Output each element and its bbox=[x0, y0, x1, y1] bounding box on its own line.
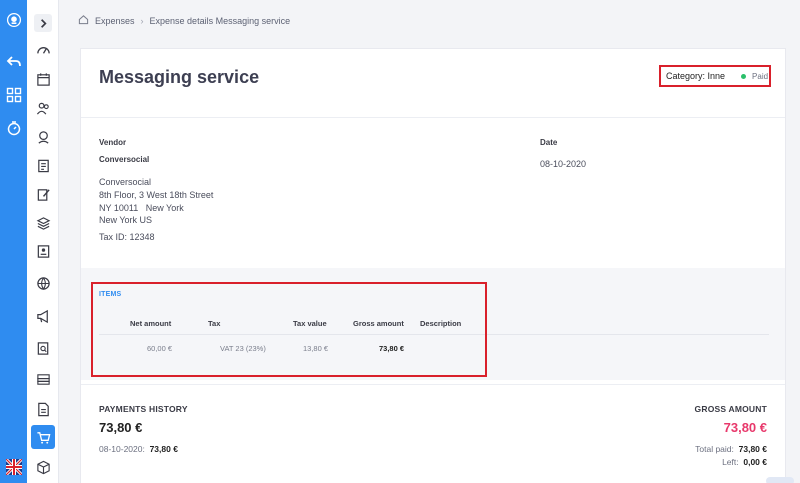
payments-divider bbox=[81, 384, 785, 385]
payments-history-heading: PAYMENTS HISTORY bbox=[99, 404, 188, 414]
header-divider bbox=[81, 117, 785, 118]
gross-amount-value: 73,80 € bbox=[723, 420, 767, 435]
left-row: Left: 0,00 € bbox=[722, 457, 767, 467]
payment-entry: 08-10-2020: 73,80 € bbox=[99, 444, 178, 454]
payments-total: 73,80 € bbox=[99, 420, 143, 435]
expense-details-card: Messaging service Category: Inne Paid Ve… bbox=[80, 48, 786, 483]
dashboard-gauge-icon[interactable] bbox=[34, 41, 52, 59]
payment-entry-amount: 73,80 € bbox=[149, 444, 178, 454]
page-title: Messaging service bbox=[99, 67, 260, 87]
scroll-to-top-button[interactable] bbox=[766, 477, 794, 483]
support-agent-icon[interactable] bbox=[34, 128, 52, 146]
vendor-name: Conversocial bbox=[99, 155, 150, 164]
status-dot-icon bbox=[741, 73, 747, 79]
total-paid-value: 73,80 € bbox=[738, 444, 767, 454]
grid-icon[interactable] bbox=[5, 86, 22, 103]
cart-icon[interactable] bbox=[31, 425, 55, 449]
calendar-icon[interactable] bbox=[34, 70, 52, 88]
globe-icon[interactable] bbox=[34, 274, 52, 292]
breadcrumb-current: Expense details Messaging service bbox=[149, 15, 291, 26]
contact-card-icon[interactable] bbox=[34, 242, 52, 260]
tax-id: Tax ID: 12348 bbox=[99, 232, 155, 242]
app-rail bbox=[0, 0, 27, 483]
breadcrumb: Expenses › Expense details Messaging ser… bbox=[78, 14, 290, 27]
address-line-4: New York US bbox=[99, 215, 153, 225]
expense-date: 08-10-2020 bbox=[540, 159, 587, 169]
total-paid-label: Total paid: bbox=[695, 444, 734, 454]
home-icon[interactable] bbox=[78, 14, 89, 27]
document-icon[interactable] bbox=[34, 400, 52, 418]
expand-chevron-icon[interactable] bbox=[34, 14, 52, 32]
logo-icon[interactable] bbox=[4, 10, 24, 30]
edit-note-icon[interactable] bbox=[34, 185, 52, 203]
address-line-3: NY 10011 New York bbox=[99, 203, 184, 213]
nav-sidebar bbox=[27, 0, 59, 483]
uk-flag-icon[interactable] bbox=[5, 458, 22, 475]
category-label: Category: Inne bbox=[666, 71, 726, 81]
address-line-1: Conversocial bbox=[99, 177, 152, 187]
breadcrumb-expenses-link[interactable]: Expenses bbox=[95, 16, 135, 26]
megaphone-icon[interactable] bbox=[34, 307, 52, 325]
layers-icon[interactable] bbox=[34, 214, 52, 232]
left-value: 0,00 € bbox=[743, 457, 767, 467]
back-arrow-icon[interactable] bbox=[5, 53, 22, 70]
search-document-icon[interactable] bbox=[34, 339, 52, 357]
gross-amount-heading: GROSS AMOUNT bbox=[694, 404, 767, 414]
items-highlight-box bbox=[91, 282, 487, 377]
category-status-box: Category: Inne Paid bbox=[659, 65, 771, 87]
status-badge: Paid bbox=[752, 71, 769, 81]
address-line-2: 8th Floor, 3 West 18th Street bbox=[99, 190, 214, 200]
users-icon[interactable] bbox=[34, 99, 52, 117]
total-paid-row: Total paid: 73,80 € bbox=[695, 444, 767, 454]
box-icon[interactable] bbox=[34, 458, 52, 476]
left-label: Left: bbox=[722, 457, 739, 467]
clipboard-icon[interactable] bbox=[34, 156, 52, 174]
money-stack-icon[interactable] bbox=[34, 370, 52, 388]
breadcrumb-separator: › bbox=[140, 15, 144, 26]
date-label: Date bbox=[540, 138, 558, 147]
vendor-label: Vendor bbox=[99, 138, 127, 147]
timer-icon[interactable] bbox=[5, 119, 22, 136]
payment-entry-date: 08-10-2020: bbox=[99, 444, 145, 454]
